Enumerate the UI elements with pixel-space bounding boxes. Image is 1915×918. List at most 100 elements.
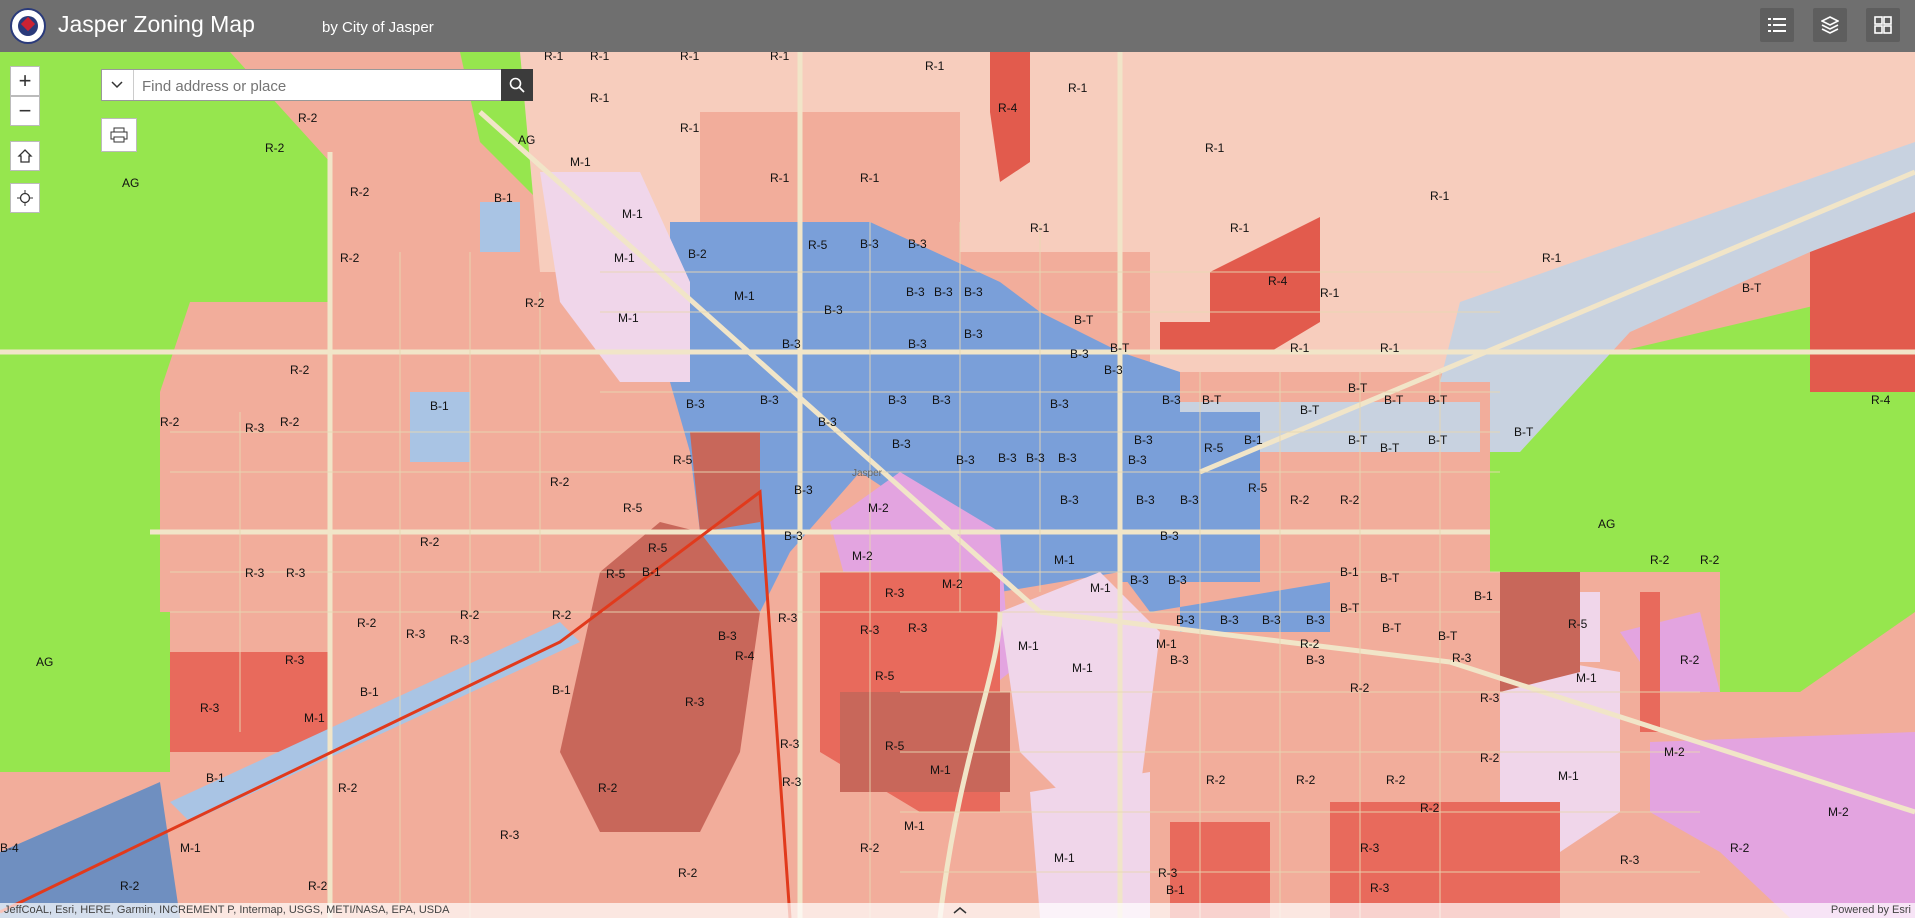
label-r2-21: R-2 (1300, 637, 1320, 651)
attribution-expand-icon[interactable] (950, 903, 970, 917)
label-r2-26: R-2 (1206, 773, 1226, 787)
label-b3-13: B-3 (888, 393, 907, 407)
label-b3-14: B-3 (932, 393, 951, 407)
label-r2-18: R-2 (550, 475, 570, 489)
label-r3-13: R-3 (780, 737, 800, 751)
basemap-gallery-button[interactable] (1866, 8, 1900, 42)
label-r2-27: R-2 (1296, 773, 1316, 787)
zone-r5-east (1500, 572, 1580, 692)
home-icon (17, 149, 33, 163)
label-r1-7: R-1 (1205, 141, 1225, 155)
home-button[interactable] (10, 141, 40, 171)
city-seal-logo (10, 8, 46, 44)
label-r3-7: R-3 (450, 633, 470, 647)
search-input[interactable] (140, 75, 484, 97)
zone-b1-northwest (480, 202, 520, 252)
label-b3-9: B-3 (782, 337, 801, 351)
map-canvas[interactable]: AG AG AG AG R-1 R-1 R-1 R-1 R-1 R-1 R-1 … (0, 52, 1915, 918)
search-button[interactable] (501, 69, 533, 101)
label-bt-1: B-T (1074, 313, 1094, 327)
label-r1-4: R-1 (770, 52, 790, 63)
label-b3-38: B-3 (1306, 613, 1325, 627)
label-b3-33: B-3 (1168, 573, 1187, 587)
label-r3-14: R-3 (782, 775, 802, 789)
label-r2-25: R-2 (1680, 653, 1700, 667)
label-b1-8: B-1 (552, 683, 571, 697)
label-r3-20: R-3 (1620, 853, 1640, 867)
label-r1-6: R-1 (1068, 81, 1088, 95)
label-b3-34: B-3 (1130, 573, 1149, 587)
label-b3-39: B-3 (1170, 653, 1189, 667)
label-b3-11: B-3 (760, 393, 779, 407)
label-b3-29: B-3 (784, 529, 803, 543)
zoning-map[interactable]: AG AG AG AG R-1 R-1 R-1 R-1 R-1 R-1 R-1 … (0, 52, 1915, 918)
label-r2-4: R-2 (340, 251, 360, 265)
label-b3-4: B-3 (906, 285, 925, 299)
label-bt-3: B-T (1742, 281, 1762, 295)
label-r5-8: R-5 (1204, 441, 1224, 455)
label-ag-1: AG (122, 176, 139, 190)
label-bt-12: B-T (1428, 433, 1448, 447)
label-r5-1: R-5 (808, 238, 828, 252)
label-r5-3: R-5 (623, 501, 643, 515)
zone-r3-southeast (1330, 802, 1560, 918)
label-place-jasper: Jasper (852, 468, 883, 479)
label-r1-16: R-1 (1320, 286, 1340, 300)
powered-by-text[interactable]: Powered by Esri (1831, 904, 1911, 916)
label-r2-29: R-2 (1480, 751, 1500, 765)
label-b1-1: B-1 (494, 191, 513, 205)
label-r3-3: R-3 (286, 566, 306, 580)
label-m1-12: M-1 (1558, 769, 1579, 783)
label-r3-10: R-3 (885, 586, 905, 600)
zoom-in-button[interactable]: + (10, 66, 40, 96)
label-b3-40: B-3 (1306, 653, 1325, 667)
label-b3-27: B-3 (1136, 493, 1155, 507)
label-r5-4: R-5 (648, 541, 668, 555)
label-r2-15: R-2 (308, 879, 328, 893)
search-source-dropdown[interactable] (102, 70, 134, 100)
label-r2-8: R-2 (280, 415, 300, 429)
app-title: Jasper Zoning Map (58, 11, 255, 37)
label-m1-2: M-1 (622, 207, 643, 221)
label-r3-21: R-3 (500, 828, 520, 842)
label-m1-6: M-1 (1054, 553, 1075, 567)
search-widget (101, 69, 533, 101)
label-b3-37: B-3 (1262, 613, 1281, 627)
label-r2-28: R-2 (1386, 773, 1406, 787)
label-m1-1: M-1 (570, 155, 591, 169)
label-r1-15: R-1 (1290, 341, 1310, 355)
layers-button[interactable] (1813, 8, 1847, 42)
print-button[interactable] (101, 118, 137, 152)
label-b3-3: B-3 (824, 303, 843, 317)
label-b3-10: B-3 (686, 397, 705, 411)
label-b1-9: B-1 (206, 771, 225, 785)
label-r4-1: R-4 (735, 649, 755, 663)
label-b3-23: B-3 (998, 451, 1017, 465)
label-m2-5: M-2 (1828, 805, 1849, 819)
label-b3-36: B-3 (1220, 613, 1239, 627)
label-m1-8: M-1 (1018, 639, 1039, 653)
label-bt-7: B-T (1348, 381, 1368, 395)
label-r1-2: R-1 (590, 52, 610, 63)
label-r1-17: R-1 (1380, 341, 1400, 355)
chevron-down-icon (111, 81, 123, 89)
label-r2-7: R-2 (160, 415, 180, 429)
legend-button[interactable] (1760, 8, 1794, 42)
label-r5-9: R-5 (1248, 481, 1268, 495)
label-b3-6: B-3 (964, 285, 983, 299)
label-r3-2: R-3 (245, 566, 265, 580)
label-r2-22: R-2 (1350, 681, 1370, 695)
label-r5-7: R-5 (885, 739, 905, 753)
label-r5-6: R-5 (875, 669, 895, 683)
label-r3-9: R-3 (860, 623, 880, 637)
label-r2-10: R-2 (460, 608, 480, 622)
label-r1-13: R-1 (770, 171, 790, 185)
label-b1-4: B-1 (1244, 433, 1263, 447)
label-b3-26: B-3 (1060, 493, 1079, 507)
label-m2-3: M-2 (942, 577, 963, 591)
label-r4-4: R-4 (1871, 393, 1891, 407)
label-b3-2: B-3 (908, 237, 927, 251)
legend-list-icon (1768, 18, 1786, 32)
zoom-out-button[interactable]: − (10, 96, 40, 126)
locate-button[interactable] (10, 183, 40, 213)
